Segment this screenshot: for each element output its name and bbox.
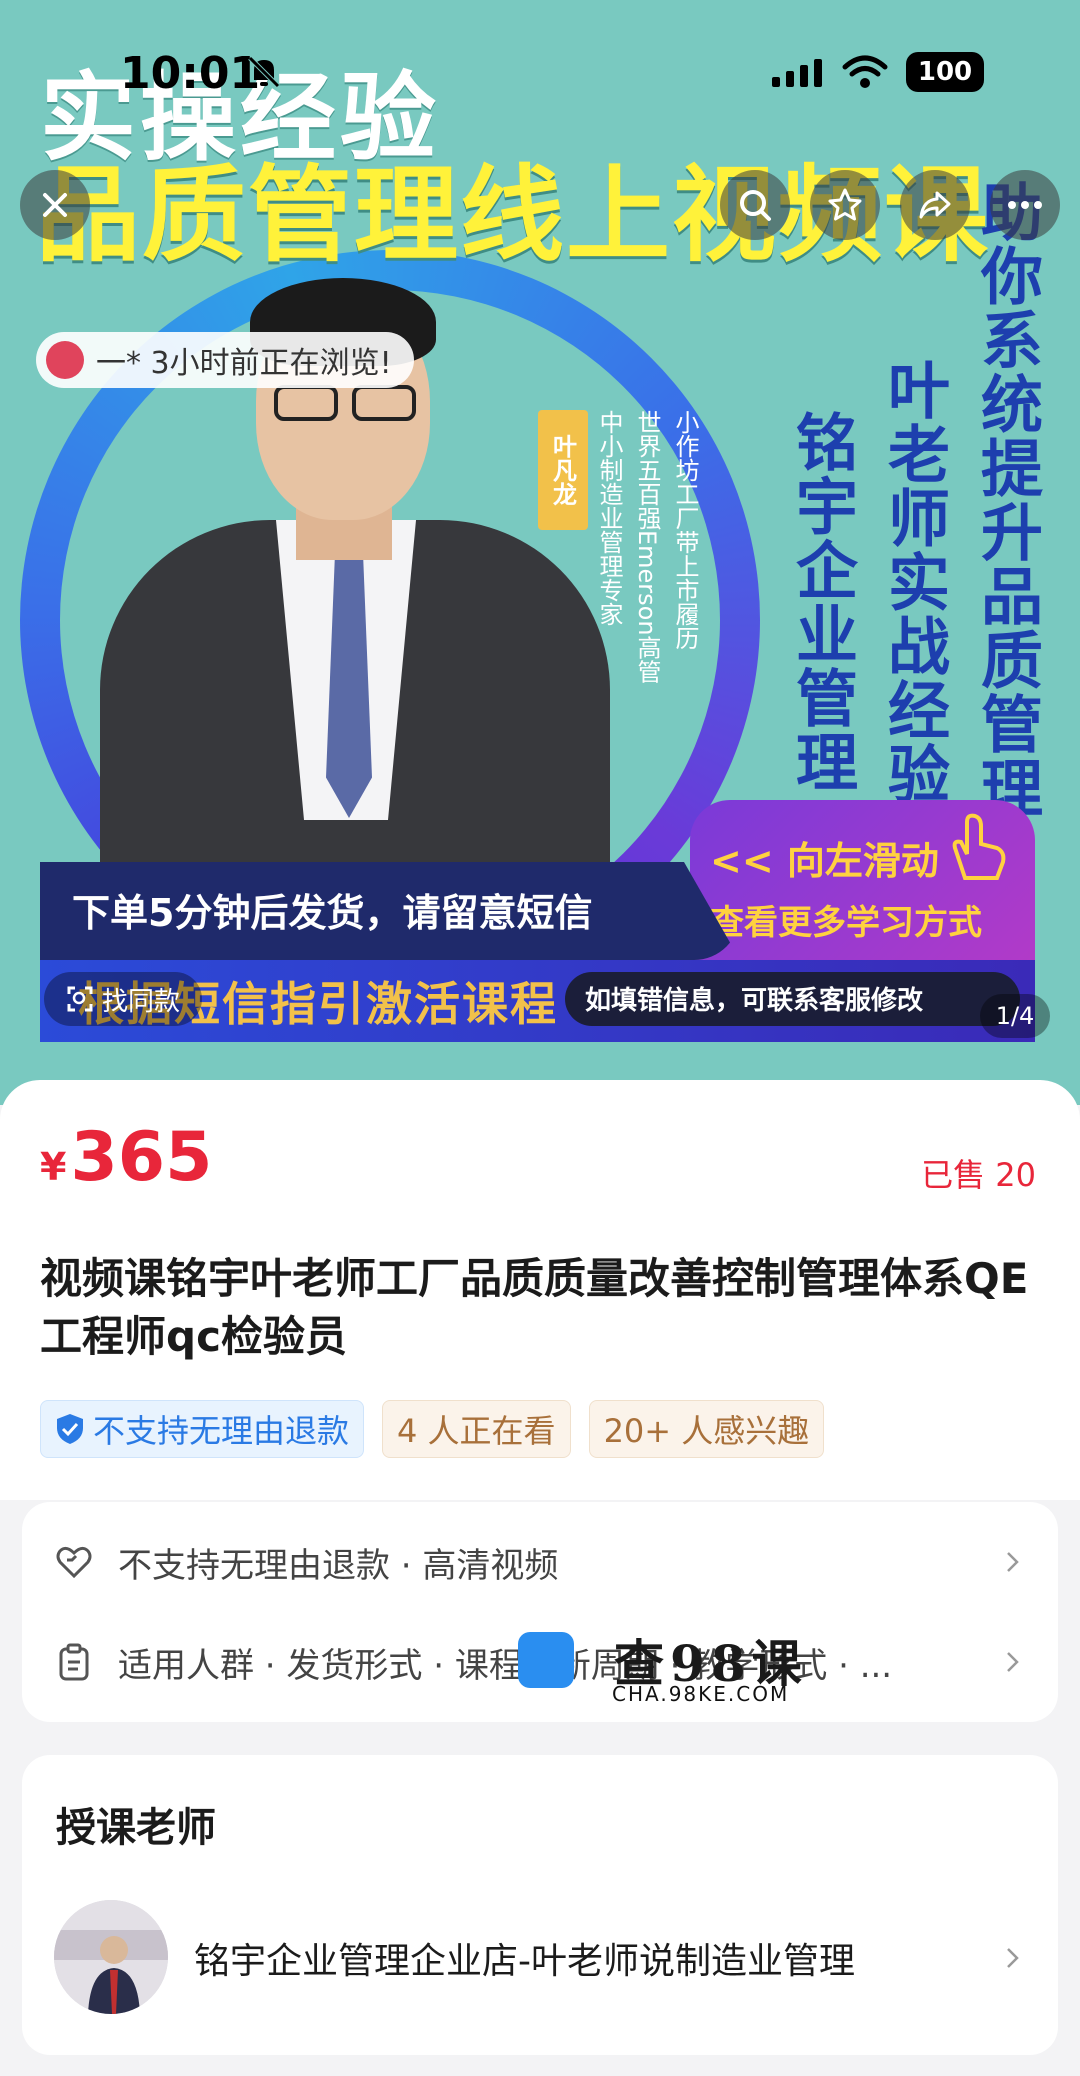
instructor-bullets: 小作坊工厂带上市履历 世界五百强Emerson高管 中小制造业管理专家 [594, 410, 700, 684]
shield-check-icon [57, 1414, 83, 1444]
swipe-hint-line2: 查看更多学习方式 [710, 903, 982, 943]
teacher-heading: 授课老师 [56, 1805, 216, 1851]
watermark-logo [518, 1632, 574, 1688]
more-button[interactable] [990, 170, 1060, 240]
favorite-button[interactable] [810, 170, 880, 240]
recent-browse-pill: 一* 3小时前正在浏览! [36, 332, 414, 388]
page-indicator: 1/4 [980, 994, 1050, 1038]
silent-bell-icon [248, 56, 280, 88]
hand-pointer-icon [952, 813, 1006, 880]
chevron-right-icon[interactable] [1000, 1946, 1024, 1970]
tag-viewing-label: 4 人正在看 [397, 1412, 556, 1450]
chevron-right-icon [1007, 1652, 1019, 1672]
chevron-right-icon [1007, 1552, 1019, 1572]
share-arrow-icon [919, 191, 951, 219]
bullet-item: 世界五百强Emerson高管 [633, 410, 661, 684]
sold-count: 已售 20 [921, 1156, 1036, 1194]
scan-icon [67, 986, 93, 1012]
tag-interested: 20+ 人感兴趣 [588, 1400, 825, 1458]
hero-vertical-teacher: 叶老师实战经验 [877, 358, 950, 806]
instructor-name-tag: 叶凡龙 [538, 410, 588, 530]
product-tags: 不支持无理由退款 4 人正在看 20+ 人感兴趣 [40, 1400, 825, 1458]
bullet-item: 中小制造业管理专家 [595, 410, 623, 626]
instructor-glasses [270, 385, 420, 421]
watermark-en: CHA.98KE.COM [612, 1682, 790, 1706]
close-button[interactable] [20, 170, 90, 240]
wifi-icon [842, 55, 888, 88]
star-icon [828, 188, 862, 221]
teacher-avatar-image [54, 1900, 168, 2014]
browser-avatar [46, 341, 84, 379]
recent-browse-text: 一* 3小时前正在浏览! [96, 346, 392, 381]
tag-no-refund-label: 不支持无理由退款 [93, 1412, 350, 1450]
teacher-shop-name[interactable]: 铭宇企业管理企业店-叶老师说制造业管理 [194, 1932, 855, 1984]
clipboard-icon [59, 1643, 89, 1681]
price-currency: ¥ [40, 1145, 67, 1189]
heart-shield-icon [56, 1546, 92, 1579]
battery-indicator: 100 [906, 52, 984, 92]
search-button[interactable] [720, 170, 790, 240]
find-similar-button[interactable]: 找同款 [44, 972, 203, 1026]
price-value: 365 [70, 1118, 213, 1197]
tag-no-refund[interactable]: 不支持无理由退款 [40, 1400, 365, 1458]
close-icon [43, 193, 67, 217]
more-dots-icon [1008, 201, 1042, 209]
signal-icon [772, 59, 822, 87]
tag-interested-label: 20+ 人感兴趣 [603, 1412, 810, 1450]
price: ¥ 365 [40, 1118, 212, 1197]
status-icons: 100 [772, 52, 984, 92]
bullet-item: 小作坊工厂带上市履历 [671, 410, 699, 650]
tag-viewing: 4 人正在看 [382, 1400, 571, 1458]
search-icon [740, 190, 771, 221]
product-title: 视频课铭宇叶老师工厂品质质量改善控制管理体系QE工程师qc检验员 [40, 1254, 1029, 1361]
find-similar-label: 找同款 [102, 986, 181, 1017]
teacher-avatar[interactable] [54, 1900, 168, 2014]
share-button[interactable] [900, 170, 970, 240]
site-watermark: 查98课 CHA.98KE.COM [518, 1630, 808, 1710]
contact-banner-text: 如填错信息，可联系客服修改 [585, 986, 924, 1016]
service-row[interactable]: 不支持无理由退款 · 高清视频 [22, 1512, 1058, 1612]
hero-vertical-brand: 铭宇企业管理 [785, 410, 858, 794]
product-image-carousel[interactable]: 实操经验 品质管理线上视频课 叶凡龙 小作坊工厂带上市履历 世界五百强Emers… [0, 0, 1080, 1105]
hero-vertical-slogan: 助你系统提升品质管理 [970, 180, 1043, 820]
shipping-banner-text: 下单5分钟后发货，请留意短信 [72, 891, 593, 935]
service-row-text: 不支持无理由退款 · 高清视频 [118, 1545, 559, 1586]
status-time: 10:01 [120, 48, 261, 99]
